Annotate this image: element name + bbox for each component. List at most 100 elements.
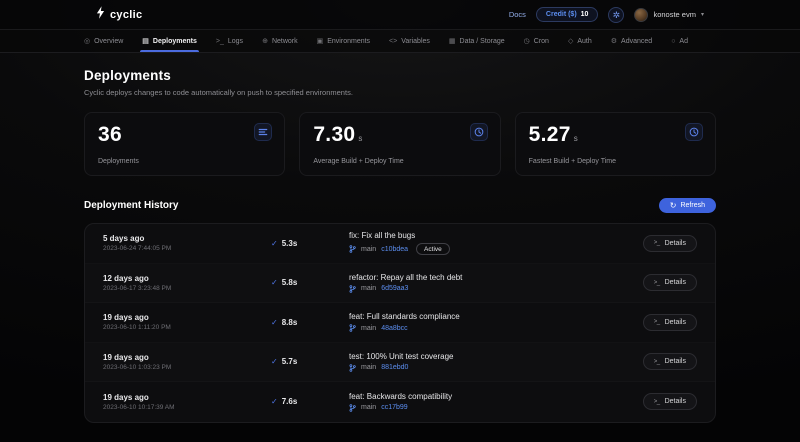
deployment-row: 5 days ago 2023-06-24 7:44:05 PM ✓ 5.3s …: [85, 224, 715, 264]
git-branch-icon: [349, 285, 356, 293]
network-icon: ⊕: [262, 37, 268, 45]
tab-logs[interactable]: >_ Logs: [216, 30, 243, 52]
stat-cards: 36 Deployments 7.30 s Average Build + De…: [84, 112, 716, 176]
refresh-button[interactable]: ↻ Refresh: [659, 198, 716, 213]
git-branch-icon: [349, 404, 356, 412]
commit-hash[interactable]: 881ebd0: [381, 364, 408, 371]
stat-value: 5.27: [529, 123, 571, 147]
status-badge: Active: [416, 243, 450, 255]
storage-icon: ▦: [449, 37, 456, 45]
user-menu[interactable]: konoste evm ▾: [634, 8, 704, 22]
timestamp: 2023-06-10 1:03:23 PM: [103, 364, 271, 371]
tab-overview[interactable]: ◎ Overview: [84, 30, 123, 52]
tab-label: Cron: [534, 38, 549, 45]
git-branch-icon: [349, 324, 356, 332]
app-logo[interactable]: cyclic: [96, 6, 142, 24]
terminal-icon: >_: [654, 359, 660, 365]
details-button[interactable]: >_ Details: [643, 314, 697, 331]
terminal-icon: >_: [654, 280, 660, 286]
commit-message: test: 100% Unit test coverage: [349, 352, 643, 361]
details-button[interactable]: >_ Details: [643, 353, 697, 370]
deployment-row: 12 days ago 2023-06-17 3:23:48 PM ✓ 5.8s…: [85, 264, 715, 304]
history-title: Deployment History: [84, 200, 178, 211]
tab-data-storage[interactable]: ▦ Data / Storage: [449, 30, 505, 52]
relative-time: 5 days ago: [103, 234, 271, 243]
build-duration: 8.8s: [282, 318, 298, 327]
details-button[interactable]: >_ Details: [643, 393, 697, 410]
tab-advanced[interactable]: ⚙ Advanced: [611, 30, 652, 52]
tab-label: Auth: [577, 38, 591, 45]
relative-time: 19 days ago: [103, 313, 271, 322]
commit-hash[interactable]: 48a8bcc: [381, 325, 407, 332]
credit-label: Credit ($): [546, 11, 577, 18]
build-duration: 5.7s: [282, 357, 298, 366]
refresh-icon: ↻: [670, 203, 677, 209]
details-button[interactable]: >_ Details: [643, 274, 697, 291]
deployment-row: 19 days ago 2023-06-10 1:03:23 PM ✓ 5.7s…: [85, 343, 715, 383]
bars-icon: [254, 123, 272, 141]
deployment-row: 19 days ago 2023-06-10 10:17:39 AM ✓ 7.6…: [85, 382, 715, 422]
tab-label: Data / Storage: [460, 38, 505, 45]
timestamp: 2023-06-10 1:11:20 PM: [103, 324, 271, 331]
overview-icon: ◎: [84, 37, 90, 45]
details-button[interactable]: >_ Details: [643, 235, 697, 252]
details-label: Details: [665, 319, 686, 326]
commit-hash[interactable]: c10bdea: [381, 246, 408, 253]
cron-clock-icon: ◷: [524, 37, 530, 45]
details-label: Details: [665, 398, 686, 405]
username: konoste evm: [653, 10, 696, 19]
stat-card: 36 Deployments: [84, 112, 285, 176]
build-duration: 7.6s: [282, 397, 298, 406]
tab-auth[interactable]: ◇ Auth: [568, 30, 592, 52]
relative-time: 19 days ago: [103, 353, 271, 362]
terminal-icon: >_: [654, 319, 660, 325]
star-icon-button[interactable]: ✲: [608, 7, 624, 23]
terminal-icon: >_: [216, 38, 224, 45]
tab-network[interactable]: ⊕ Network: [262, 30, 298, 52]
build-duration: 5.3s: [282, 239, 298, 248]
tab-ad[interactable]: ○ Ad: [671, 30, 688, 52]
stat-card: 7.30 s Average Build + Deploy Time: [299, 112, 500, 176]
tab-label: Deployments: [153, 38, 197, 45]
stat-label: Deployments: [98, 158, 139, 165]
stat-unit: s: [574, 134, 578, 143]
check-icon: ✓: [271, 357, 278, 366]
relative-time: 19 days ago: [103, 393, 271, 402]
variables-icon: <>: [389, 38, 397, 45]
timestamp: 2023-06-10 10:17:39 AM: [103, 404, 271, 411]
check-icon: ✓: [271, 397, 278, 406]
chevron-down-icon: ▾: [701, 11, 704, 18]
stat-unit: s: [358, 134, 362, 143]
stat-label: Fastest Build + Deploy Time: [529, 158, 616, 165]
timestamp: 2023-06-17 3:23:48 PM: [103, 285, 271, 292]
clock-icon: [685, 123, 703, 141]
commit-hash[interactable]: cc17b99: [381, 404, 407, 411]
credit-button[interactable]: Credit ($) 10: [536, 7, 599, 22]
stat-value: 36: [98, 123, 122, 147]
details-label: Details: [665, 279, 686, 286]
tab-variables[interactable]: <> Variables: [389, 30, 430, 52]
tab-environments[interactable]: ▣ Environments: [317, 30, 370, 52]
tab-label: Overview: [94, 38, 123, 45]
details-label: Details: [665, 240, 686, 247]
commit-message: refactor: Repay all the tech debt: [349, 273, 643, 282]
page-subtitle: Cyclic deploys changes to code automatic…: [84, 88, 716, 97]
commit-message: fix: Fix all the bugs: [349, 231, 643, 240]
tab-cron[interactable]: ◷ Cron: [524, 30, 549, 52]
terminal-icon: >_: [654, 399, 660, 405]
tab-label: Variables: [401, 38, 430, 45]
docs-link[interactable]: Docs: [509, 10, 526, 19]
build-duration: 5.8s: [282, 278, 298, 287]
branch-name: main: [361, 325, 376, 332]
refresh-label: Refresh: [680, 202, 705, 209]
commit-hash[interactable]: 6d59aa3: [381, 285, 408, 292]
deployments-icon: ▤: [142, 37, 149, 45]
stat-value: 7.30: [313, 123, 355, 147]
commit-message: feat: Backwards compatibility: [349, 392, 643, 401]
deployment-row: 19 days ago 2023-06-10 1:11:20 PM ✓ 8.8s…: [85, 303, 715, 343]
branch-name: main: [361, 285, 376, 292]
details-label: Details: [665, 358, 686, 365]
tab-deployments[interactable]: ▤ Deployments: [142, 30, 197, 52]
stat-label: Average Build + Deploy Time: [313, 158, 403, 165]
tab-label: Environments: [327, 38, 370, 45]
